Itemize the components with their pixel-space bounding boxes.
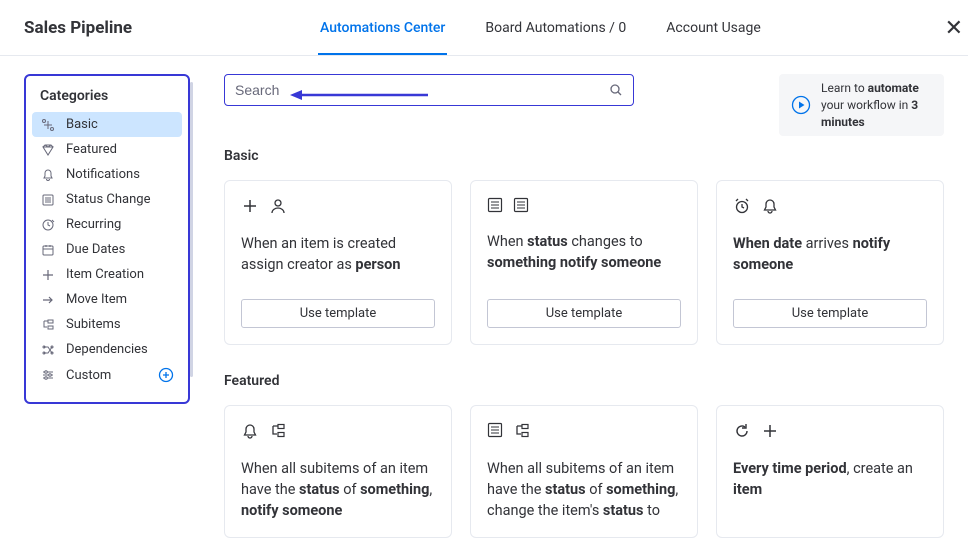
subitems-icon <box>40 318 56 332</box>
list-icon <box>487 197 503 213</box>
sidebar-item-featured[interactable]: Featured <box>32 137 182 162</box>
header: Sales Pipeline Automations Center Board … <box>0 0 968 56</box>
template-card: When all subitems of an item have the st… <box>470 405 698 538</box>
sidebar-item-item-creation[interactable]: Item Creation <box>32 262 182 287</box>
sidebar-item-label: Notifications <box>66 167 140 182</box>
sidebar-item-notifications[interactable]: Notifications <box>32 162 182 187</box>
learn-text: Learn to automate your workflow in 3 min… <box>821 80 932 130</box>
template-card: When all subitems of an item have the st… <box>224 405 452 538</box>
sidebar-item-recurring[interactable]: Recurring <box>32 212 182 237</box>
arrow-right-icon <box>40 293 56 307</box>
alarm-icon <box>733 197 751 215</box>
learn-box[interactable]: Learn to automate your workflow in 3 min… <box>779 74 944 136</box>
tab-board-automations[interactable]: Board Automations / 0 <box>465 0 646 55</box>
settings-icon <box>40 368 56 382</box>
template-card: When status changes to something notify … <box>470 180 698 345</box>
sidebar-item-move-item[interactable]: Move Item <box>32 287 182 312</box>
sidebar-item-label: Due Dates <box>66 242 125 257</box>
sidebar-item-due-dates[interactable]: Due Dates <box>32 237 182 262</box>
template-card-text: When all subitems of an item have the st… <box>241 458 435 521</box>
diamond-icon <box>40 143 56 157</box>
search-input[interactable] <box>235 82 609 98</box>
use-template-button[interactable]: Use template <box>241 299 435 328</box>
section-title-basic: Basic <box>224 148 944 164</box>
subitems-icon <box>513 422 531 440</box>
add-custom-icon[interactable] <box>158 367 174 383</box>
tab-account-usage[interactable]: Account Usage <box>646 0 780 55</box>
bell-icon <box>40 168 56 182</box>
dependencies-icon <box>40 343 56 357</box>
play-icon <box>791 95 811 115</box>
page-title: Sales Pipeline <box>24 18 132 38</box>
template-card: When an item is created assign creator a… <box>224 180 452 345</box>
plus-icon <box>761 422 779 440</box>
template-card: When date arrives notify someone Use tem… <box>716 180 944 345</box>
template-card: Every time period, create an item <box>716 405 944 538</box>
search-box[interactable] <box>224 74 634 106</box>
template-card-text: When date arrives notify someone <box>733 233 927 287</box>
tabs: Automations Center Board Automations / 0… <box>300 0 781 55</box>
sidebar-item-dependencies[interactable]: Dependencies <box>32 337 182 362</box>
sidebar-item-label: Subitems <box>66 317 121 332</box>
template-card-text: When status changes to something notify … <box>487 231 681 287</box>
search-icon <box>609 83 623 97</box>
sidebar-title: Categories <box>32 84 182 112</box>
sidebar-item-basic[interactable]: Basic <box>32 112 182 137</box>
recurring-icon <box>733 422 751 440</box>
section-title-featured: Featured <box>224 373 944 389</box>
use-template-button[interactable]: Use template <box>487 299 681 328</box>
sidebar-item-label: Status Change <box>66 192 150 207</box>
plus-icon <box>40 268 56 282</box>
template-card-text: When all subitems of an item have the st… <box>487 458 681 521</box>
list-icon <box>513 197 529 213</box>
sidebar-item-custom[interactable]: Custom <box>32 362 182 388</box>
sidebar-item-label: Recurring <box>66 217 121 232</box>
close-icon[interactable]: ✕ <box>945 18 963 40</box>
plus-icon <box>241 197 259 215</box>
list-icon <box>487 422 503 440</box>
subitems-icon <box>269 422 287 440</box>
sidebar-item-label: Featured <box>66 142 117 157</box>
bell-icon <box>761 197 779 215</box>
sidebar-item-label: Custom <box>66 368 111 383</box>
sidebar-item-subitems[interactable]: Subitems <box>32 312 182 337</box>
sidebar-item-label: Basic <box>66 117 98 132</box>
basic-icon <box>40 118 56 132</box>
sidebar: Categories Basic Featured Notifications <box>24 74 190 404</box>
use-template-button[interactable]: Use template <box>733 299 927 328</box>
calendar-icon <box>40 243 56 257</box>
template-card-text: When an item is created assign creator a… <box>241 233 435 287</box>
list-icon <box>40 193 56 207</box>
sidebar-scrollbar[interactable] <box>190 82 193 377</box>
clock-icon <box>40 218 56 232</box>
sidebar-item-label: Item Creation <box>66 267 144 282</box>
template-card-text: Every time period, create an item <box>733 458 927 521</box>
sidebar-item-label: Move Item <box>66 292 127 307</box>
bell-icon <box>241 422 259 440</box>
sidebar-item-status-change[interactable]: Status Change <box>32 187 182 212</box>
sidebar-item-label: Dependencies <box>66 342 148 357</box>
person-icon <box>269 197 287 215</box>
tab-automations-center[interactable]: Automations Center <box>300 0 465 55</box>
